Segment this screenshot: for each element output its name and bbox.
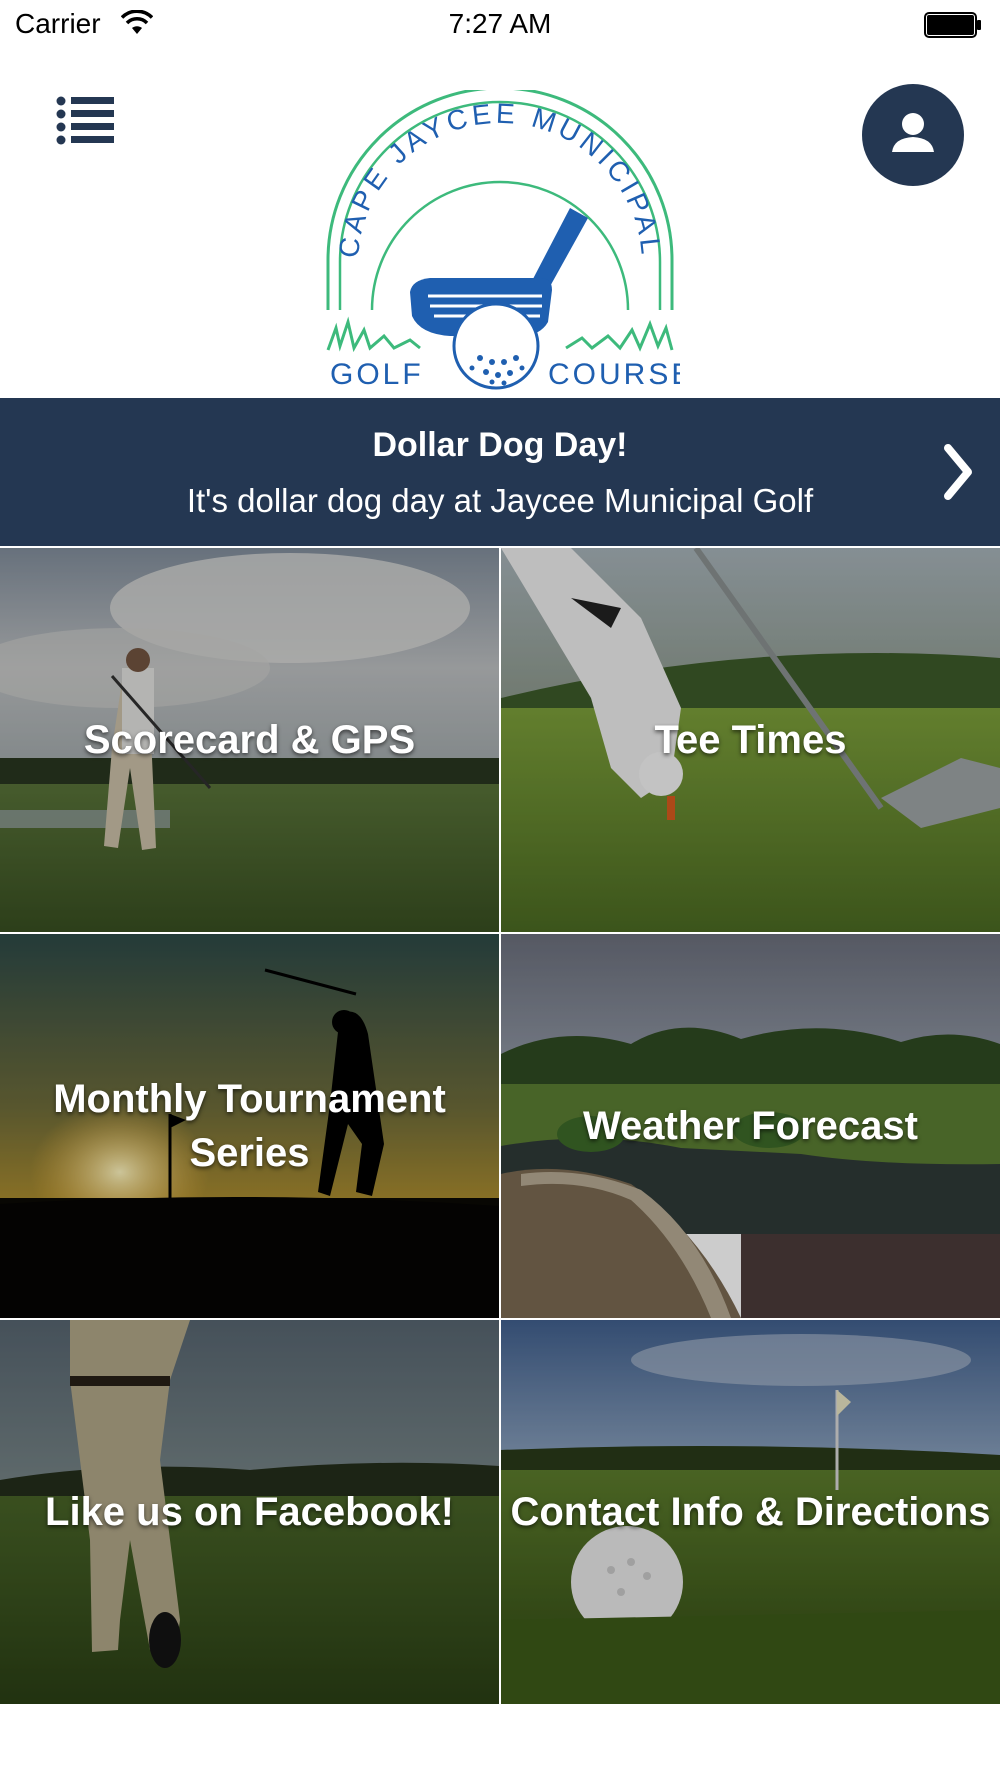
app-header: CAPE JAYCEE MUNICIPAL GOLF COURSE: [0, 50, 1000, 398]
announcement-banner[interactable]: Dollar Dog Day! It's dollar dog day at J…: [0, 398, 1000, 546]
tile-label: Weather Forecast: [583, 1104, 918, 1148]
tile-monthly-tournament[interactable]: Monthly Tournament Series: [0, 934, 499, 1318]
logo-golf-text: GOLF: [330, 358, 424, 391]
status-time: 7:27 AM: [448, 8, 552, 39]
status-bar: Carrier 7:27 AM: [0, 0, 1000, 50]
svg-text:CAPE JAYCEE MUNICIPAL: CAPE JAYCEE MUNICIPAL: [333, 98, 667, 260]
tile-label: Monthly Tournament Series: [53, 1077, 446, 1175]
tile-label: Like us on Facebook!: [45, 1490, 454, 1534]
menu-grid: Scorecard & GPS Tee Times Monthly Tourna…: [0, 548, 1000, 1706]
logo-arc-text: CAPE JAYCEE MUNICIPAL: [333, 98, 663, 260]
tile-tee-times[interactable]: Tee Times: [501, 548, 1000, 932]
profile-button[interactable]: [862, 84, 964, 186]
tile-label: Contact Info & Directions: [510, 1490, 991, 1534]
battery-icon: [924, 12, 981, 38]
banner-title: Dollar Dog Day!: [372, 426, 628, 464]
tile-contact-directions[interactable]: Contact Info & Directions: [501, 1320, 1000, 1704]
user-icon: [892, 113, 934, 152]
tile-facebook[interactable]: Like us on Facebook!: [0, 1320, 499, 1704]
tile-weather-forecast[interactable]: Weather Forecast: [501, 934, 1000, 1318]
course-logo: CAPE JAYCEE MUNICIPAL GOLF COURSE: [326, 90, 680, 391]
list-menu-icon[interactable]: [56, 94, 116, 148]
banner-text: It's dollar dog day at Jaycee Municipal …: [186, 482, 814, 519]
logo-course-text: COURSE: [548, 358, 680, 391]
chevron-right-icon: [944, 444, 972, 500]
tile-label: Scorecard & GPS: [83, 718, 416, 762]
tile-scorecard-gps[interactable]: Scorecard & GPS: [0, 548, 499, 932]
tile-label: Tee Times: [654, 718, 847, 762]
